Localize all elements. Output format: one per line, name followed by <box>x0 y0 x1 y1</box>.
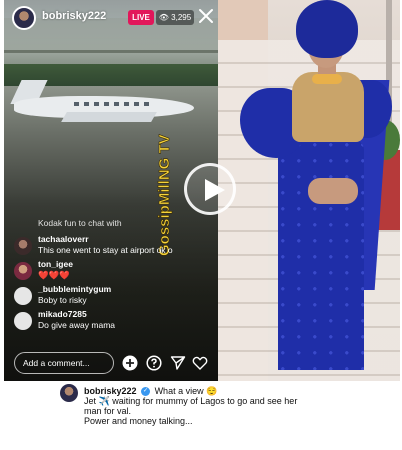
comment-composer[interactable] <box>14 352 114 374</box>
caption-line: Power and money talking... <box>84 416 193 426</box>
viewer-count-badge: 👁 3,295 <box>156 10 194 25</box>
close-icon[interactable] <box>198 8 214 24</box>
caption-line: man for val. <box>84 406 132 416</box>
skirt <box>278 140 364 370</box>
commenter-username[interactable]: tachaaloverr <box>38 234 89 244</box>
play-button[interactable] <box>184 163 236 215</box>
comment-list: Kodak fun to chat with tachaaloverr This… <box>14 218 214 334</box>
photo-pane <box>218 0 400 381</box>
comment-item[interactable]: _bubblemintygum Boby to risky <box>14 284 214 306</box>
heart-icon[interactable] <box>192 355 208 371</box>
caption-text: What a view 😌 <box>154 386 218 396</box>
eye-icon: 👁 <box>158 13 169 22</box>
woman-in-blue-aso-oke <box>238 0 392 381</box>
comment-item[interactable]: tachaaloverr This one went to stay at ai… <box>14 234 214 256</box>
add-icon[interactable] <box>122 355 138 371</box>
comment-text: This one went to stay at airport ok o <box>38 245 173 255</box>
comment-text: Do give away mama <box>38 320 116 330</box>
verified-icon: ✓ <box>141 387 151 397</box>
post-media: bobrisky222 LIVE 👁 3,295 GossipMillNG TV… <box>4 0 400 381</box>
host-avatar[interactable] <box>12 6 36 30</box>
caption-username[interactable]: bobrisky222 <box>84 386 137 396</box>
commenter-avatar[interactable] <box>14 262 32 280</box>
commenter-username[interactable]: _bubblemintygum <box>38 284 111 294</box>
send-icon[interactable] <box>170 355 186 371</box>
comment-input[interactable] <box>23 356 109 370</box>
commenter-username[interactable]: mikado7285 <box>38 309 87 319</box>
comment-text: Boby to risky <box>38 295 87 305</box>
comment-item[interactable]: ton_igee ❤️❤️❤️ <box>14 259 214 281</box>
commenter-avatar[interactable] <box>14 287 32 305</box>
live-badge: LIVE <box>128 10 154 25</box>
commenter-avatar[interactable] <box>14 237 32 255</box>
commenter-avatar[interactable] <box>14 312 32 330</box>
comment-item[interactable]: mikado7285 Do give away mama <box>14 309 214 331</box>
comment-text: Kodak fun to chat with <box>38 218 122 228</box>
commenter-username[interactable]: ton_igee <box>38 259 73 269</box>
host-username[interactable]: bobrisky222 <box>42 10 106 22</box>
comment-system: Kodak fun to chat with <box>14 218 214 230</box>
question-icon[interactable] <box>146 355 162 371</box>
gele-headtie <box>296 0 358 58</box>
caption-avatar[interactable] <box>60 384 78 402</box>
play-icon <box>205 179 225 201</box>
hands <box>308 178 358 204</box>
viewer-count: 3,295 <box>171 13 192 22</box>
necklace <box>312 74 342 84</box>
comment-text: ❤️❤️❤️ <box>38 270 70 280</box>
